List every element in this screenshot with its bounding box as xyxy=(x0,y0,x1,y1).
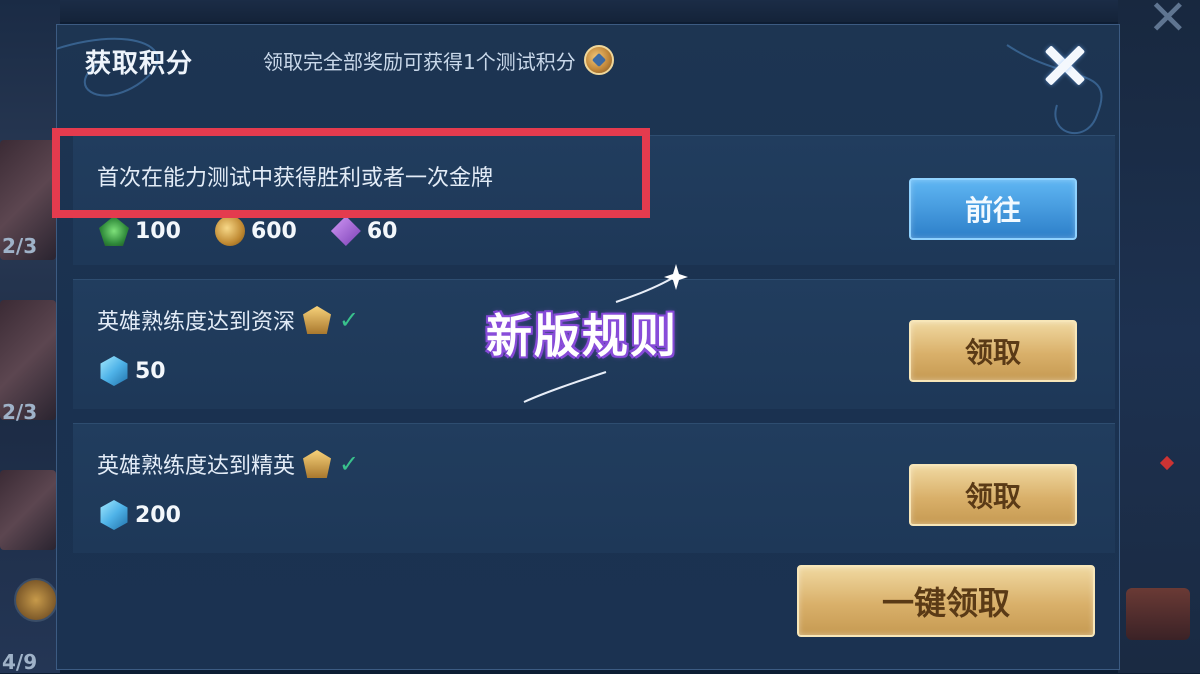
reward-amount: 60 xyxy=(366,218,398,244)
dialog-subtitle: 领取完全部奖励可获得1个测试积分 xyxy=(263,45,614,75)
highlight-box xyxy=(52,128,650,218)
background-hero-list: 2/3 2/3 4/9 xyxy=(0,0,60,674)
reward-amount: 200 xyxy=(135,502,181,528)
claim-button[interactable]: 领取 xyxy=(909,464,1077,526)
check-icon: ✓ xyxy=(339,450,360,478)
background-coin-icon xyxy=(14,578,58,622)
claim-all-button[interactable]: 一键领取 xyxy=(797,565,1095,637)
blue-crystal-icon xyxy=(100,500,128,530)
background-close-icon: ✕ xyxy=(1147,0,1188,46)
green-gem-icon xyxy=(99,216,129,246)
senior-rank-icon xyxy=(303,306,332,334)
dialog-title: 获取积分 xyxy=(85,49,194,79)
subtitle-text: 领取完全部奖励可获得1个测试积分 xyxy=(263,49,576,74)
hero-progress: 4/9 xyxy=(2,650,38,674)
background-chest-icon xyxy=(1126,588,1190,640)
reward-amount: 600 xyxy=(250,218,297,244)
close-icon[interactable] xyxy=(1037,37,1093,93)
check-icon: ✓ xyxy=(339,306,360,334)
hero-portrait xyxy=(0,470,56,550)
hero-progress: 2/3 xyxy=(2,400,38,424)
task-rewards: 100 600 60 xyxy=(99,216,398,246)
hero-progress: 2/3 xyxy=(2,234,38,258)
dialog-header: 获取积分 领取完全部奖励可获得1个测试积分 xyxy=(57,25,1119,121)
elite-rank-icon xyxy=(303,450,332,478)
background-right-panel: ✕ xyxy=(1118,0,1200,673)
task-row: 英雄熟练度达到精英 ✓ 200 领取 xyxy=(73,423,1115,553)
background-top-bar xyxy=(0,0,1200,22)
reward-amount: 100 xyxy=(135,218,181,244)
task-description: 英雄熟练度达到资深 xyxy=(97,310,296,335)
blue-crystal-icon xyxy=(100,356,128,386)
claim-button[interactable]: 领取 xyxy=(909,320,1077,382)
test-point-coin-icon xyxy=(583,45,614,75)
reward-item: 200 xyxy=(99,500,181,530)
overlay-caption: 新版规则 xyxy=(486,309,678,363)
reward-item: 600 xyxy=(214,216,297,246)
gold-coin-icon xyxy=(214,216,245,246)
task-description-wrap: 英雄熟练度达到精英 ✓ xyxy=(97,448,359,480)
task-rewards: 50 xyxy=(99,356,166,386)
task-description: 英雄熟练度达到精英 xyxy=(97,454,296,479)
go-button[interactable]: 前往 xyxy=(909,178,1077,240)
reward-item: 60 xyxy=(330,216,398,246)
notification-dot-icon xyxy=(1159,455,1175,471)
task-rewards: 200 xyxy=(99,500,181,530)
reward-item: 100 xyxy=(99,216,181,246)
reward-amount: 50 xyxy=(135,358,166,384)
purple-crystal-icon xyxy=(330,216,361,246)
task-description-wrap: 英雄熟练度达到资深 ✓ xyxy=(97,304,359,336)
reward-item: 50 xyxy=(99,356,166,386)
